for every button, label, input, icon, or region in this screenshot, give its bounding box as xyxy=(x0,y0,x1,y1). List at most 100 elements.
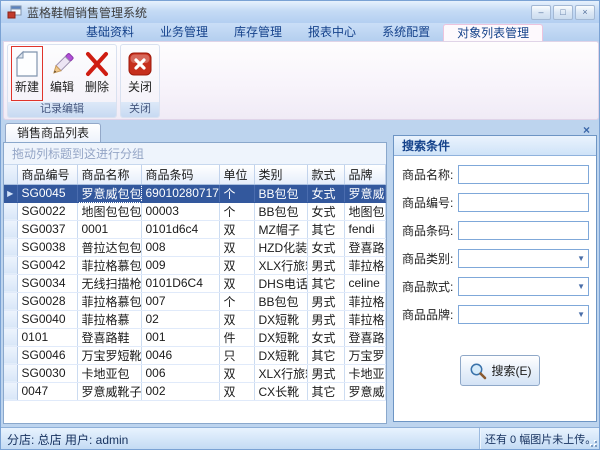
table-cell[interactable]: HZD化装袋 xyxy=(254,238,307,256)
ribbon-tab-业务管理[interactable]: 业务管理 xyxy=(147,24,221,41)
table-cell[interactable]: 双 xyxy=(219,238,254,256)
table-cell[interactable]: 登喜路 xyxy=(344,238,386,256)
删除-button[interactable]: 删除 xyxy=(81,46,113,101)
table-cell[interactable]: 卡地亚包 xyxy=(77,364,141,382)
table-cell[interactable]: 002 xyxy=(141,382,219,400)
table-cell[interactable]: 007 xyxy=(141,292,219,310)
table-cell[interactable]: 女式 xyxy=(307,184,344,202)
search-input-商品名称[interactable] xyxy=(458,165,589,184)
column-header-类别[interactable]: 类别 xyxy=(254,165,307,184)
table-cell[interactable]: SG0037 xyxy=(17,220,77,238)
table-cell[interactable]: 菲拉格慕 xyxy=(344,310,386,328)
table-cell[interactable]: 0001 xyxy=(77,220,141,238)
table-cell[interactable]: 双 xyxy=(219,382,254,400)
table-row[interactable]: ▶SG0045罗意威包包6901028071765个BB包包女式罗意威 xyxy=(4,184,386,202)
table-cell[interactable]: 006 xyxy=(141,364,219,382)
table-cell[interactable]: BB包包 xyxy=(254,292,307,310)
table-cell[interactable]: 009 xyxy=(141,256,219,274)
table-cell[interactable]: 双 xyxy=(219,274,254,292)
column-header-品牌[interactable]: 品牌 xyxy=(344,165,386,184)
table-cell[interactable]: DX短靴 xyxy=(254,328,307,346)
ribbon-tab-对象列表管理[interactable]: 对象列表管理 xyxy=(443,24,543,41)
table-cell[interactable]: 菲拉格慕 xyxy=(344,256,386,274)
table-cell[interactable]: XLX行旅箱 xyxy=(254,256,307,274)
table-row[interactable]: 0101登喜路鞋001件DX短靴女式登喜路 xyxy=(4,328,386,346)
table-row[interactable]: SG0034无线扫描枪0101D6C4双DHS电话绳其它celine xyxy=(4,274,386,292)
table-cell[interactable]: SG0022 xyxy=(17,202,77,220)
table-cell[interactable]: 罗意威 xyxy=(344,382,386,400)
table-cell[interactable]: 双 xyxy=(219,256,254,274)
column-header-商品编号[interactable]: 商品编号 xyxy=(17,165,77,184)
table-cell[interactable]: SG0046 xyxy=(17,346,77,364)
table-cell[interactable]: XLX行旅箱 xyxy=(254,364,307,382)
table-cell[interactable]: 地图包 xyxy=(344,202,386,220)
table-cell[interactable]: SG0038 xyxy=(17,238,77,256)
table-cell[interactable]: 个 xyxy=(219,184,254,202)
table-cell[interactable]: 菲拉格慕包包 xyxy=(77,292,141,310)
ribbon-tab-基础资料[interactable]: 基础资料 xyxy=(73,24,147,41)
table-cell[interactable]: DX短靴 xyxy=(254,310,307,328)
table-row[interactable]: SG0040菲拉格慕02双DX短靴男式菲拉格慕 xyxy=(4,310,386,328)
table-row[interactable]: SG0030卡地亚包006双XLX行旅箱男式卡地亚 xyxy=(4,364,386,382)
编辑-button[interactable]: 编辑 xyxy=(46,46,78,101)
table-cell[interactable]: 双 xyxy=(219,220,254,238)
table-cell[interactable]: 个 xyxy=(219,292,254,310)
table-cell[interactable]: BB包包 xyxy=(254,202,307,220)
table-cell[interactable]: 件 xyxy=(219,328,254,346)
table-cell[interactable]: 菲拉格慕包包 xyxy=(77,256,141,274)
table-cell[interactable]: 万宝罗 xyxy=(344,346,386,364)
table-row[interactable]: 0047罗意威靴子002双CX长靴其它罗意威 xyxy=(4,382,386,400)
table-cell[interactable]: 0047 xyxy=(17,382,77,400)
table-cell[interactable]: DHS电话绳 xyxy=(254,274,307,292)
table-cell[interactable]: 男式 xyxy=(307,256,344,274)
minimize-button[interactable]: – xyxy=(531,5,551,20)
table-cell[interactable]: 0101 xyxy=(17,328,77,346)
table-cell[interactable]: 女式 xyxy=(307,238,344,256)
table-cell[interactable]: 罗意威 xyxy=(344,184,386,202)
table-cell[interactable]: 双 xyxy=(219,364,254,382)
search-dropdown-商品款式[interactable]: ▼ xyxy=(458,277,589,296)
grid-group-by-bar[interactable]: 拖动列标题到这进行分组 xyxy=(4,143,386,165)
table-cell[interactable]: SG0030 xyxy=(17,364,77,382)
ribbon-tab-系统配置[interactable]: 系统配置 xyxy=(369,24,443,41)
search-dropdown-商品类别[interactable]: ▼ xyxy=(458,249,589,268)
table-cell[interactable]: 001 xyxy=(141,328,219,346)
table-cell[interactable]: 女式 xyxy=(307,328,344,346)
table-cell[interactable]: SG0045 xyxy=(17,184,77,202)
table-row[interactable]: SG0022地图包包包00003个BB包包女式地图包 xyxy=(4,202,386,220)
resize-grip[interactable] xyxy=(587,437,598,448)
table-cell[interactable]: 地图包包包 xyxy=(77,202,141,220)
table-row[interactable]: SG0028菲拉格慕包包007个BB包包男式菲拉格慕 xyxy=(4,292,386,310)
table-cell[interactable]: 008 xyxy=(141,238,219,256)
column-header-商品条码[interactable]: 商品条码 xyxy=(141,165,219,184)
table-cell[interactable]: 登喜路鞋 xyxy=(77,328,141,346)
table-row[interactable]: SG0046万宝罗短靴0046只DX短靴其它万宝罗 xyxy=(4,346,386,364)
table-cell[interactable]: 个 xyxy=(219,202,254,220)
table-cell[interactable]: 双 xyxy=(219,310,254,328)
table-cell[interactable]: 罗意威包包 xyxy=(77,184,141,202)
close-button[interactable]: × xyxy=(575,5,595,20)
关闭-button[interactable]: 关闭 xyxy=(124,46,156,101)
table-cell[interactable]: 其它 xyxy=(307,220,344,238)
column-header-商品名称[interactable]: 商品名称 xyxy=(77,165,141,184)
ribbon-tab-报表中心[interactable]: 报表中心 xyxy=(295,24,369,41)
table-cell[interactable]: 卡地亚 xyxy=(344,364,386,382)
table-cell[interactable]: 6901028071765 xyxy=(141,184,219,202)
table-cell[interactable]: 男式 xyxy=(307,364,344,382)
table-cell[interactable]: 普拉达包包 xyxy=(77,238,141,256)
table-cell[interactable]: 登喜路 xyxy=(344,328,386,346)
table-cell[interactable]: 0101d6c4 xyxy=(141,220,219,238)
column-header-单位[interactable]: 单位 xyxy=(219,165,254,184)
table-cell[interactable]: 其它 xyxy=(307,274,344,292)
table-cell[interactable]: 只 xyxy=(219,346,254,364)
table-cell[interactable]: SG0034 xyxy=(17,274,77,292)
table-row[interactable]: SG0038普拉达包包008双HZD化装袋女式登喜路 xyxy=(4,238,386,256)
table-cell[interactable]: 其它 xyxy=(307,346,344,364)
table-cell[interactable]: 菲拉格慕 xyxy=(344,292,386,310)
table-cell[interactable]: SG0042 xyxy=(17,256,77,274)
search-dropdown-商品品牌[interactable]: ▼ xyxy=(458,305,589,324)
search-button[interactable]: 搜索(E) xyxy=(460,355,540,386)
table-cell[interactable]: fendi xyxy=(344,220,386,238)
table-cell[interactable]: MZ帽子 xyxy=(254,220,307,238)
search-input-商品条码[interactable] xyxy=(458,221,589,240)
